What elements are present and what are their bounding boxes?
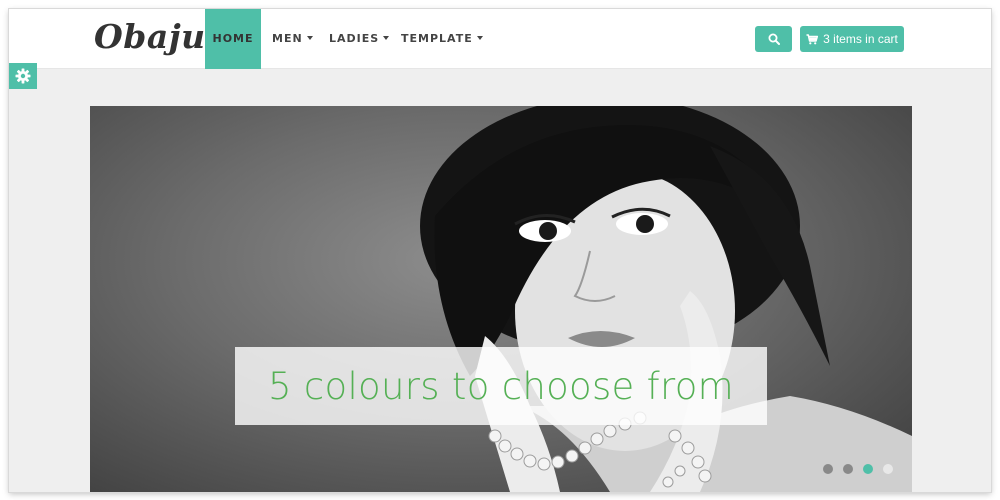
nav-item-template[interactable]: TEMPLATE [401, 9, 483, 69]
slider-dot[interactable] [883, 464, 893, 474]
slider-dot-active[interactable] [863, 464, 873, 474]
cart-label: 3 items in cart [823, 32, 898, 46]
gear-icon [15, 68, 31, 84]
nav-item-home[interactable]: HOME [205, 9, 261, 69]
brand-logo[interactable]: Obaju [94, 17, 206, 56]
nav-item-men-label: MEN [272, 32, 303, 45]
shopping-cart-icon [806, 33, 819, 44]
nav-item-ladies[interactable]: LADIES [329, 9, 390, 69]
nav-item-ladies-label: LADIES [329, 32, 380, 45]
slide-caption-box: 5 colours to choose from [235, 347, 767, 425]
nav-item-home-label: HOME [212, 32, 254, 45]
search-icon [768, 33, 780, 45]
search-button[interactable] [755, 26, 792, 52]
slider-pagination [823, 464, 893, 474]
slider-dot[interactable] [823, 464, 833, 474]
settings-toggle[interactable] [9, 63, 37, 89]
hero-slider[interactable]: 5 colours to choose from [90, 106, 912, 492]
caret-down-icon [476, 36, 483, 40]
nav-item-template-label: TEMPLATE [401, 32, 473, 45]
slider-dot[interactable] [843, 464, 853, 474]
caret-down-icon [383, 36, 390, 40]
nav-item-men[interactable]: MEN [272, 9, 313, 69]
cart-button[interactable]: 3 items in cart [800, 26, 904, 52]
browser-frame: Obaju HOME MEN LADIES TEMPLATE 3 items i… [9, 9, 991, 492]
caret-down-icon [306, 36, 313, 40]
navbar: Obaju HOME MEN LADIES TEMPLATE 3 items i… [9, 9, 991, 69]
hero-model-photo [420, 106, 912, 492]
slide-caption: 5 colours to choose from [268, 364, 734, 408]
